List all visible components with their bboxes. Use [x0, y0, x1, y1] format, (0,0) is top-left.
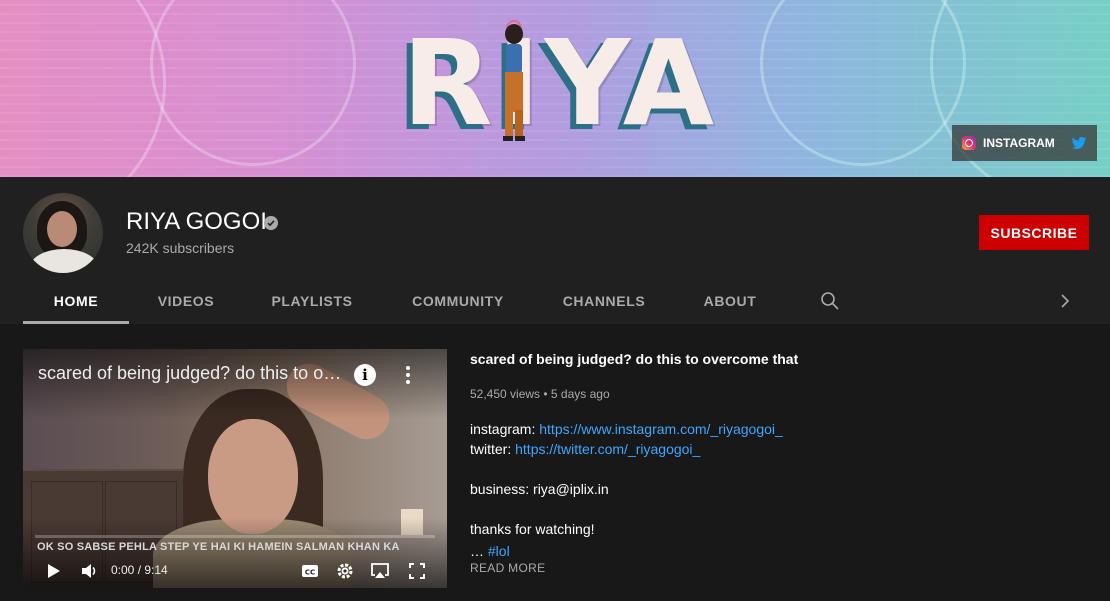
banner-link-label: INSTAGRAM [983, 136, 1055, 150]
avatar-shirt [29, 249, 99, 273]
channel-header: RIYA GOGOI 242K subscribers SUBSCRIBE HO… [0, 177, 1110, 324]
channel-banner: RIYA INSTAGRAM [0, 0, 1110, 177]
twitter-icon[interactable] [1071, 135, 1087, 151]
instagram-link[interactable]: https://www.instagram.com/_riyagogoi_ [539, 421, 783, 437]
tab-videos[interactable]: VIDEOS [145, 277, 227, 324]
instagram-line: instagram: https://www.instagram.com/_ri… [470, 421, 783, 437]
hashtag-line: … #lol [470, 543, 510, 559]
tab-home[interactable]: HOME [23, 277, 129, 324]
info-icon[interactable]: i [354, 364, 376, 386]
business-email: business: riya@iplix.in [470, 481, 609, 497]
subscriber-count: 242K subscribers [126, 240, 235, 256]
channel-name: RIYA GOGOI [126, 208, 267, 235]
fullscreen-icon[interactable] [407, 561, 427, 581]
instagram-label: instagram: [470, 421, 536, 437]
player-top-gradient [23, 349, 447, 419]
tab-playlists[interactable]: PLAYLISTS [262, 277, 362, 324]
hashtag-link[interactable]: #lol [488, 543, 510, 559]
instagram-icon [962, 136, 976, 150]
tab-channels[interactable]: CHANNELS [553, 277, 655, 324]
player-video-title[interactable]: scared of being judged? do this to overc… [38, 363, 348, 384]
search-icon[interactable] [820, 291, 840, 311]
featured-video-player[interactable]: scared of being judged? do this to overc… [23, 349, 447, 588]
thanks-line: thanks for watching! [470, 521, 595, 537]
svg-text:CC: CC [305, 569, 315, 577]
twitter-line: twitter: https://twitter.com/_riyagogoi_ [470, 441, 700, 457]
verified-check-icon [264, 216, 278, 230]
closed-captions-icon[interactable]: CC [300, 561, 320, 581]
tab-community[interactable]: COMMUNITY [400, 277, 516, 324]
settings-gear-icon[interactable] [335, 561, 355, 581]
read-more-button[interactable]: READ MORE [470, 561, 545, 575]
channel-avatar[interactable] [23, 193, 103, 273]
avatar-face [47, 211, 77, 247]
channel-tabs: HOME VIDEOS PLAYLISTS COMMUNITY CHANNELS… [0, 277, 1110, 324]
banner-figure-illustration [503, 20, 525, 141]
banner-links: INSTAGRAM [952, 125, 1097, 161]
video-meta: 52,450 views • 5 days ago [470, 387, 610, 401]
video-caption: OK SO SABSE PEHLA STEP YE HAI KI HAMEIN … [37, 541, 400, 553]
thumbnail-person-face [208, 419, 298, 534]
tab-about[interactable]: ABOUT [694, 277, 766, 324]
ellipsis: … [470, 543, 484, 559]
volume-icon[interactable] [79, 561, 99, 581]
banner-title: RIYA [401, 14, 719, 152]
banner-link-instagram[interactable]: INSTAGRAM [952, 125, 1055, 161]
player-controls: 0:00 / 9:14 CC [23, 555, 447, 588]
progress-bar[interactable] [35, 535, 435, 538]
play-icon[interactable] [43, 561, 63, 581]
twitter-label: twitter: [470, 441, 512, 457]
twitter-link[interactable]: https://twitter.com/_riyagogoi_ [515, 441, 700, 457]
chevron-right-icon[interactable] [1055, 291, 1075, 311]
subscribe-button[interactable]: SUBSCRIBE [979, 215, 1089, 250]
video-time: 0:00 / 9:14 [111, 563, 168, 577]
more-vert-icon[interactable] [399, 364, 417, 386]
airplay-icon[interactable] [370, 561, 390, 581]
featured-video-title[interactable]: scared of being judged? do this to overc… [470, 351, 798, 367]
checkmark-icon [267, 220, 275, 227]
